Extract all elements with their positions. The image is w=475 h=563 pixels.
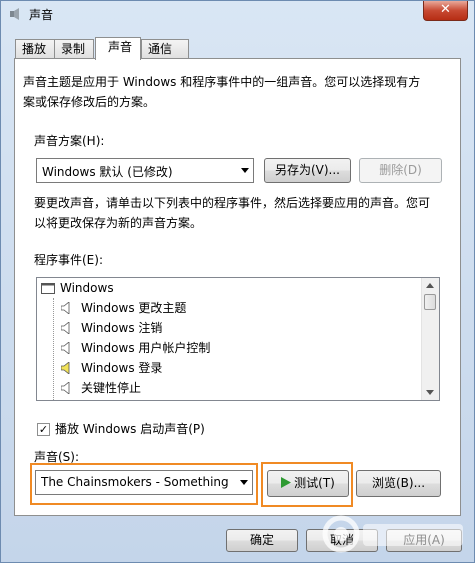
scheme-label: 声音方案(H): — [34, 134, 105, 148]
scroll-up-icon[interactable] — [426, 283, 434, 288]
speaker-icon — [61, 382, 70, 394]
delete-button[interactable]: 删除(D) — [359, 158, 442, 183]
intro-text-line-2: 案或保存修改后的方案。 — [23, 95, 156, 109]
event-label: 关键性停止 — [81, 381, 142, 395]
sound-value: The Chainsmokers - Something Ju — [41, 475, 231, 489]
watermark-logo — [322, 515, 463, 553]
speaker-app-icon — [10, 8, 19, 20]
scheme-dropdown[interactable]: Windows 默认 (已修改) — [36, 158, 254, 183]
event-label: Windows 用户帐户控制 — [81, 341, 211, 355]
window-icon — [41, 283, 55, 294]
tab-playback[interactable]: 播放 — [15, 39, 55, 58]
ok-button[interactable]: 确定 — [226, 529, 298, 552]
event-label: Windows 登录 — [81, 361, 163, 375]
title-bar[interactable]: 声音 ✕ — [1, 1, 474, 27]
close-button[interactable]: ✕ — [423, 1, 468, 21]
startup-sound-label[interactable]: 播放 Windows 启动声音(P) — [55, 419, 205, 439]
scroll-thumb[interactable] — [424, 294, 436, 310]
browse-button[interactable]: 浏览(B)... — [356, 470, 441, 497]
event-label: Windows 注销 — [81, 321, 163, 335]
tree-connector — [53, 298, 54, 400]
group-label: Windows — [60, 281, 114, 295]
scheme-value: Windows 默认 (已修改) — [42, 165, 173, 179]
test-button-label: 测试(T) — [294, 476, 335, 490]
sound-dialog: 声音 ✕ 播放 录制 声音 通信 声音主题是应用于 Windows 和程序事件中… — [0, 0, 475, 563]
tab-sounds[interactable]: 声音 — [95, 37, 141, 60]
speaker-icon — [61, 322, 70, 334]
events-label: 程序事件(E): — [34, 253, 103, 267]
tab-communications[interactable]: 通信 — [141, 39, 189, 58]
intro-text-line-1: 声音主题是应用于 Windows 和程序事件中的一组声音。您可以选择现有方 — [23, 75, 421, 89]
window-title: 声音 — [29, 8, 54, 22]
play-icon — [281, 477, 292, 488]
chevron-down-icon — [241, 168, 249, 173]
sound-dropdown[interactable]: The Chainsmokers - Something Ju — [35, 470, 253, 495]
tab-recording[interactable]: 录制 — [54, 39, 94, 58]
events-scrollbar[interactable] — [421, 278, 439, 400]
save-as-button[interactable]: 另存为(V)... — [264, 158, 351, 183]
change-text-line-1: 要更改声音，请单击以下列表中的程序事件，然后选择要应用的声音。您可 — [34, 196, 431, 210]
chevron-down-icon — [240, 480, 248, 485]
speaker-icon — [61, 342, 70, 354]
test-button[interactable]: 测试(T) — [267, 470, 349, 497]
speaker-icon — [61, 302, 70, 314]
startup-sound-checkbox[interactable]: ✓ — [37, 423, 50, 436]
speaker-active-icon — [61, 362, 70, 374]
scroll-down-icon[interactable] — [426, 390, 434, 395]
event-label: Windows 更改主题 — [81, 301, 187, 315]
events-list[interactable]: Windows Windows 更改主题 Windows 注销 Windows … — [36, 277, 440, 401]
change-text-line-2: 以将更改保存为新的声音方案。 — [34, 216, 203, 230]
